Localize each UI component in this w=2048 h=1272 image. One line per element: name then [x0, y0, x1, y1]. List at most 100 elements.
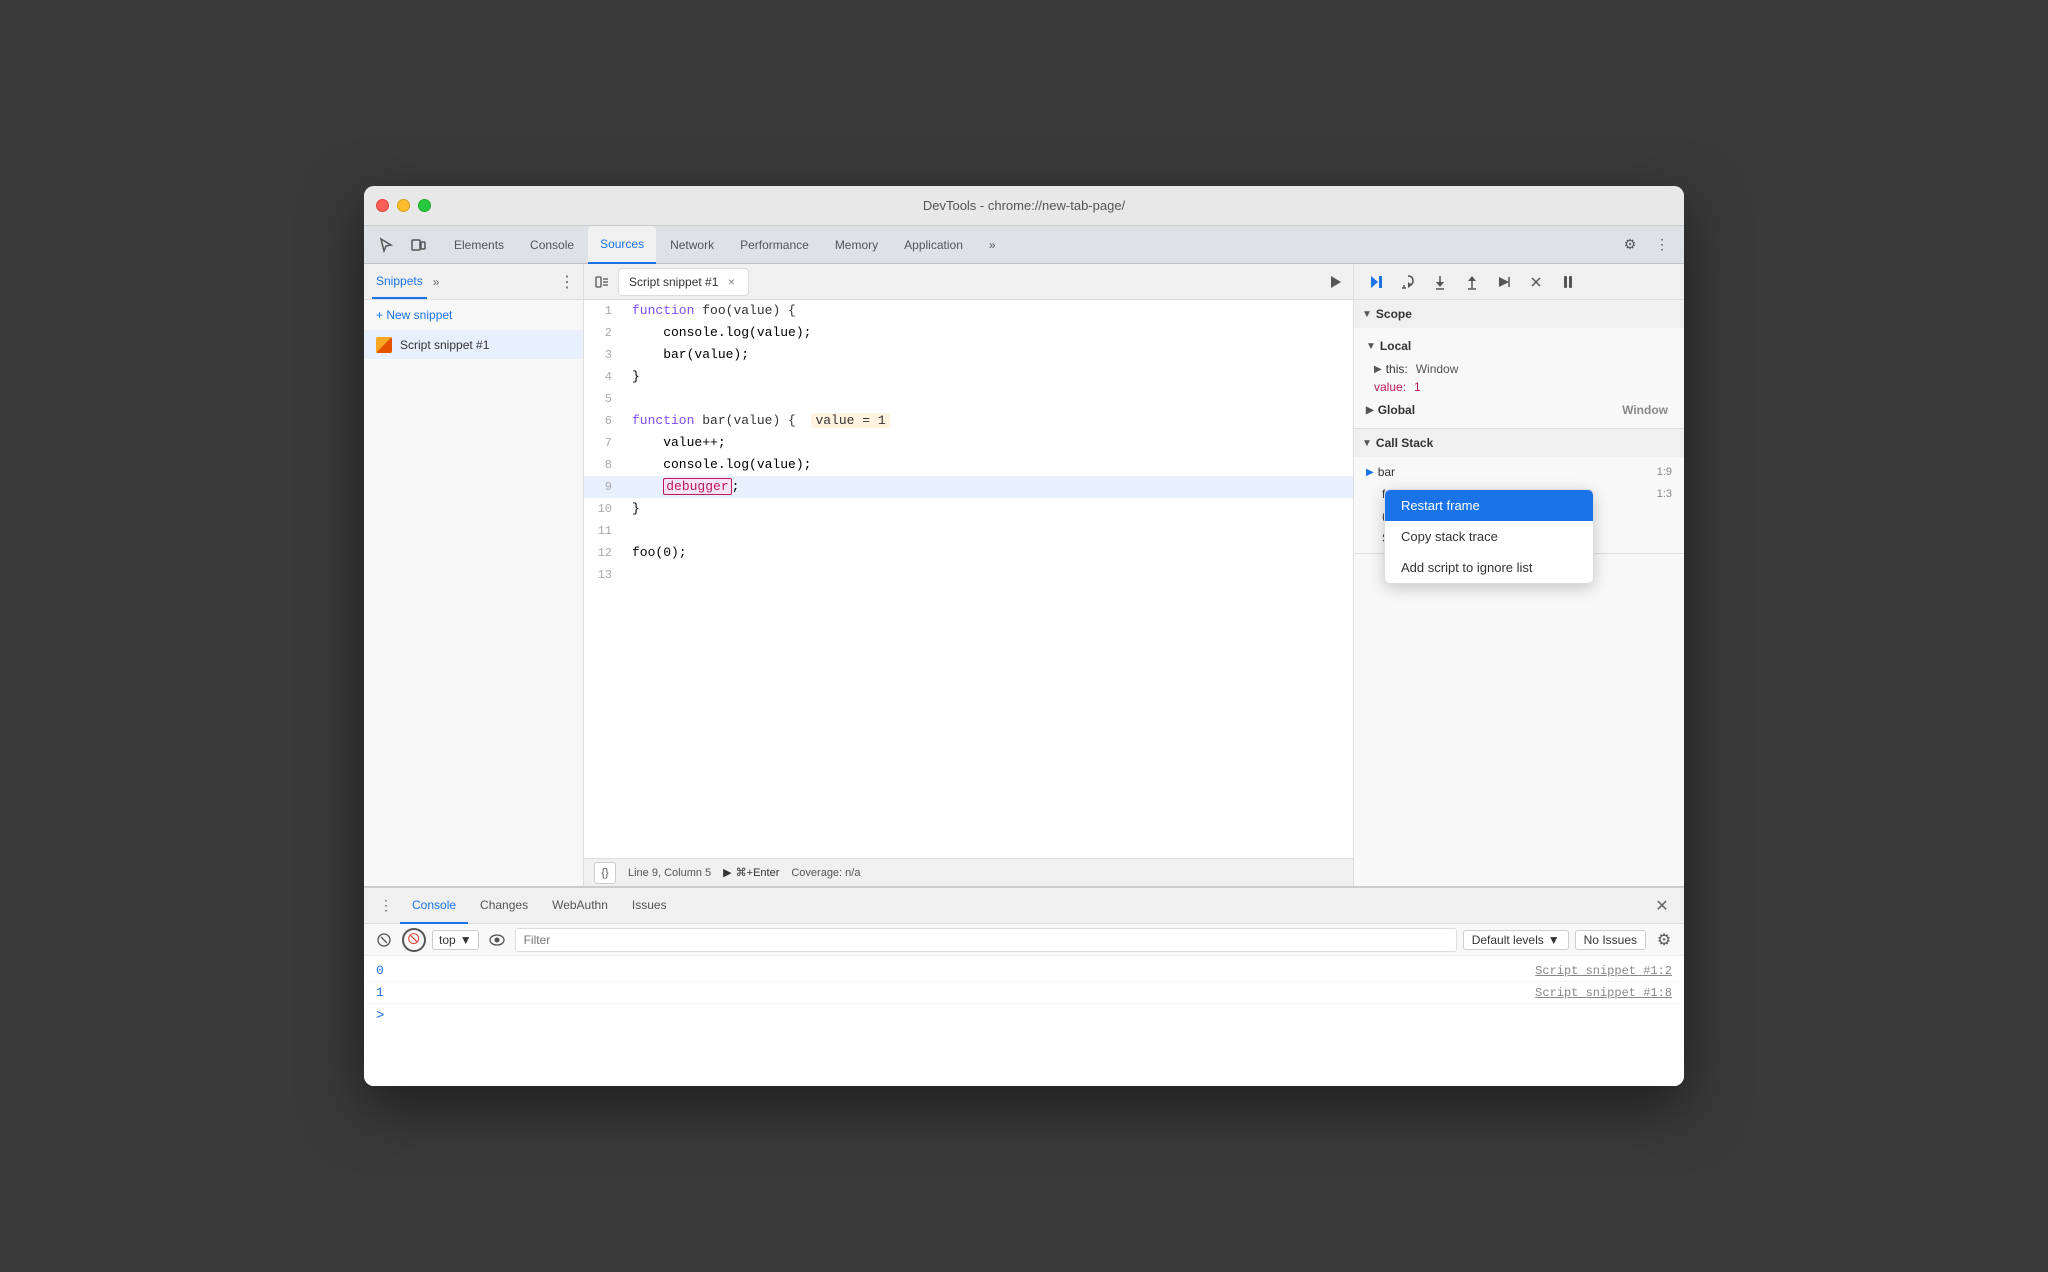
step-out-button[interactable]	[1458, 268, 1486, 296]
tab-sources[interactable]: Sources	[588, 226, 656, 264]
code-line-1: 1 function foo(value) {	[584, 300, 1353, 322]
traffic-lights	[376, 199, 431, 212]
code-tab-close[interactable]: ×	[724, 275, 738, 289]
bottom-tab-console[interactable]: Console	[400, 888, 468, 924]
bottom-tab-changes[interactable]: Changes	[468, 888, 540, 924]
step-button[interactable]	[1490, 268, 1518, 296]
line-content-7: value++;	[624, 432, 1353, 454]
console-source-1[interactable]: Script snippet #1:8	[1535, 986, 1672, 1000]
code-line-12: 12 foo(0);	[584, 542, 1353, 564]
value-key: value:	[1374, 380, 1406, 394]
bottom-tab-bar: ⋮ Console Changes WebAuthn Issues ✕	[364, 888, 1684, 924]
filter-input[interactable]	[515, 928, 1457, 952]
new-snippet-button[interactable]: + New snippet	[364, 300, 583, 331]
tab-bar-right: ⚙ ⋮	[1616, 231, 1676, 259]
pause-on-exceptions[interactable]	[1554, 268, 1582, 296]
global-header[interactable]: ▶ Global Window	[1362, 396, 1676, 424]
local-label: Local	[1380, 339, 1411, 353]
bottom-close-button[interactable]: ✕	[1648, 892, 1676, 920]
no-issues-button[interactable]: No Issues	[1575, 930, 1646, 950]
sidebar-more[interactable]: »	[433, 275, 440, 289]
console-line-0: 0 Script snippet #1:2	[364, 960, 1684, 982]
minimize-button[interactable]	[397, 199, 410, 212]
prompt-symbol: >	[376, 1008, 384, 1024]
coverage-info: Coverage: n/a	[791, 867, 860, 879]
code-tab-snippet[interactable]: Script snippet #1 ×	[618, 268, 749, 296]
tab-console[interactable]: Console	[518, 226, 586, 264]
block-button[interactable]: 🚫	[402, 928, 426, 952]
cs-bar-loc: 1:9	[1657, 466, 1672, 478]
bottom-tab-webauthn[interactable]: WebAuthn	[540, 888, 620, 924]
more-options-icon[interactable]: ⋮	[1648, 231, 1676, 259]
code-line-4: 4 }	[584, 366, 1353, 388]
tab-bar: Elements Console Sources Network Perform…	[364, 226, 1684, 264]
snippet-item[interactable]: Script snippet #1	[364, 331, 583, 359]
call-stack-header[interactable]: ▼ Call Stack	[1354, 429, 1684, 457]
code-editor[interactable]: 1 function foo(value) { 2 console.log(va…	[584, 300, 1353, 858]
resume-button[interactable]	[1362, 268, 1390, 296]
line-num-3: 3	[584, 344, 624, 366]
deactivate-breakpoints[interactable]	[1522, 268, 1550, 296]
scope-title: Scope	[1376, 307, 1412, 321]
bottom-tab-menu-icon[interactable]: ⋮	[372, 892, 400, 920]
sidebar-menu-icon[interactable]: ⋮	[559, 272, 575, 292]
line-content-5	[624, 388, 1353, 410]
this-arrow[interactable]: ▶	[1374, 364, 1382, 375]
device-icon[interactable]	[404, 231, 432, 259]
code-line-2: 2 console.log(value);	[584, 322, 1353, 344]
step-over-button[interactable]	[1394, 268, 1422, 296]
cursor-position: Line 9, Column 5	[628, 867, 711, 879]
bottom-tab-issues[interactable]: Issues	[620, 888, 679, 924]
maximize-button[interactable]	[418, 199, 431, 212]
line-content-1: function foo(value) {	[624, 300, 1353, 322]
step-into-button[interactable]	[1426, 268, 1454, 296]
tab-elements[interactable]: Elements	[442, 226, 516, 264]
main-content: Snippets » ⋮ + New snippet Script snippe…	[364, 264, 1684, 886]
console-prompt[interactable]: >	[364, 1004, 1684, 1028]
top-dropdown[interactable]: top ▼	[432, 930, 479, 950]
console-value-1: 1	[376, 985, 384, 1000]
line-content-12: foo(0);	[624, 542, 1353, 564]
right-panel: ▼ Scope ▼ Local ▶ this: Window value:	[1354, 264, 1684, 886]
code-line-8: 8 console.log(value);	[584, 454, 1353, 476]
code-line-11: 11	[584, 520, 1353, 542]
line-content-13	[624, 564, 1353, 586]
run-button[interactable]: ▶ ⌘+Enter	[723, 866, 779, 879]
navigator-toggle[interactable]	[588, 268, 616, 296]
default-levels-button[interactable]: Default levels ▼	[1463, 930, 1569, 950]
clear-console-button[interactable]	[372, 928, 396, 952]
tab-application[interactable]: Application	[892, 226, 975, 264]
add-to-ignore-list-item[interactable]: Add script to ignore list	[1385, 552, 1593, 583]
snippets-tab[interactable]: Snippets	[372, 264, 427, 299]
line-content-6: function bar(value) { value = 1	[624, 410, 1353, 432]
close-button[interactable]	[376, 199, 389, 212]
line-content-9: debugger;	[624, 476, 1353, 498]
eye-button[interactable]	[485, 928, 509, 952]
console-content: 0 Script snippet #1:2 1 Script snippet #…	[364, 956, 1684, 1086]
console-source-0[interactable]: Script snippet #1:2	[1535, 964, 1672, 978]
restart-frame-item[interactable]: Restart frame	[1385, 490, 1593, 521]
tab-network[interactable]: Network	[658, 226, 726, 264]
console-toolbar: 🚫 top ▼ Default levels ▼ No Issues ⚙	[364, 924, 1684, 956]
tab-performance[interactable]: Performance	[728, 226, 821, 264]
cs-foo-loc: 1:3	[1657, 488, 1672, 500]
line-num-9: 9	[584, 476, 624, 498]
tab-memory[interactable]: Memory	[823, 226, 890, 264]
copy-stack-trace-item[interactable]: Copy stack trace	[1385, 521, 1593, 552]
tab-more[interactable]: »	[977, 226, 1008, 264]
this-value: Window	[1416, 362, 1459, 376]
settings-icon[interactable]: ⚙	[1616, 231, 1644, 259]
code-line-6: 6 function bar(value) { value = 1	[584, 410, 1353, 432]
snippet-name: Script snippet #1	[400, 338, 489, 352]
scope-header[interactable]: ▼ Scope	[1354, 300, 1684, 328]
run-snippet-icon[interactable]	[1321, 268, 1349, 296]
line-num-4: 4	[584, 366, 624, 388]
line-num-8: 8	[584, 454, 624, 476]
window-title: DevTools - chrome://new-tab-page/	[923, 198, 1125, 213]
call-stack-bar[interactable]: ▶ bar 1:9	[1362, 461, 1676, 483]
console-settings-icon[interactable]: ⚙	[1652, 928, 1676, 952]
format-button[interactable]: {}	[594, 862, 616, 884]
cursor-icon[interactable]	[372, 231, 400, 259]
local-header[interactable]: ▼ Local	[1362, 332, 1676, 360]
line-num-5: 5	[584, 388, 624, 410]
